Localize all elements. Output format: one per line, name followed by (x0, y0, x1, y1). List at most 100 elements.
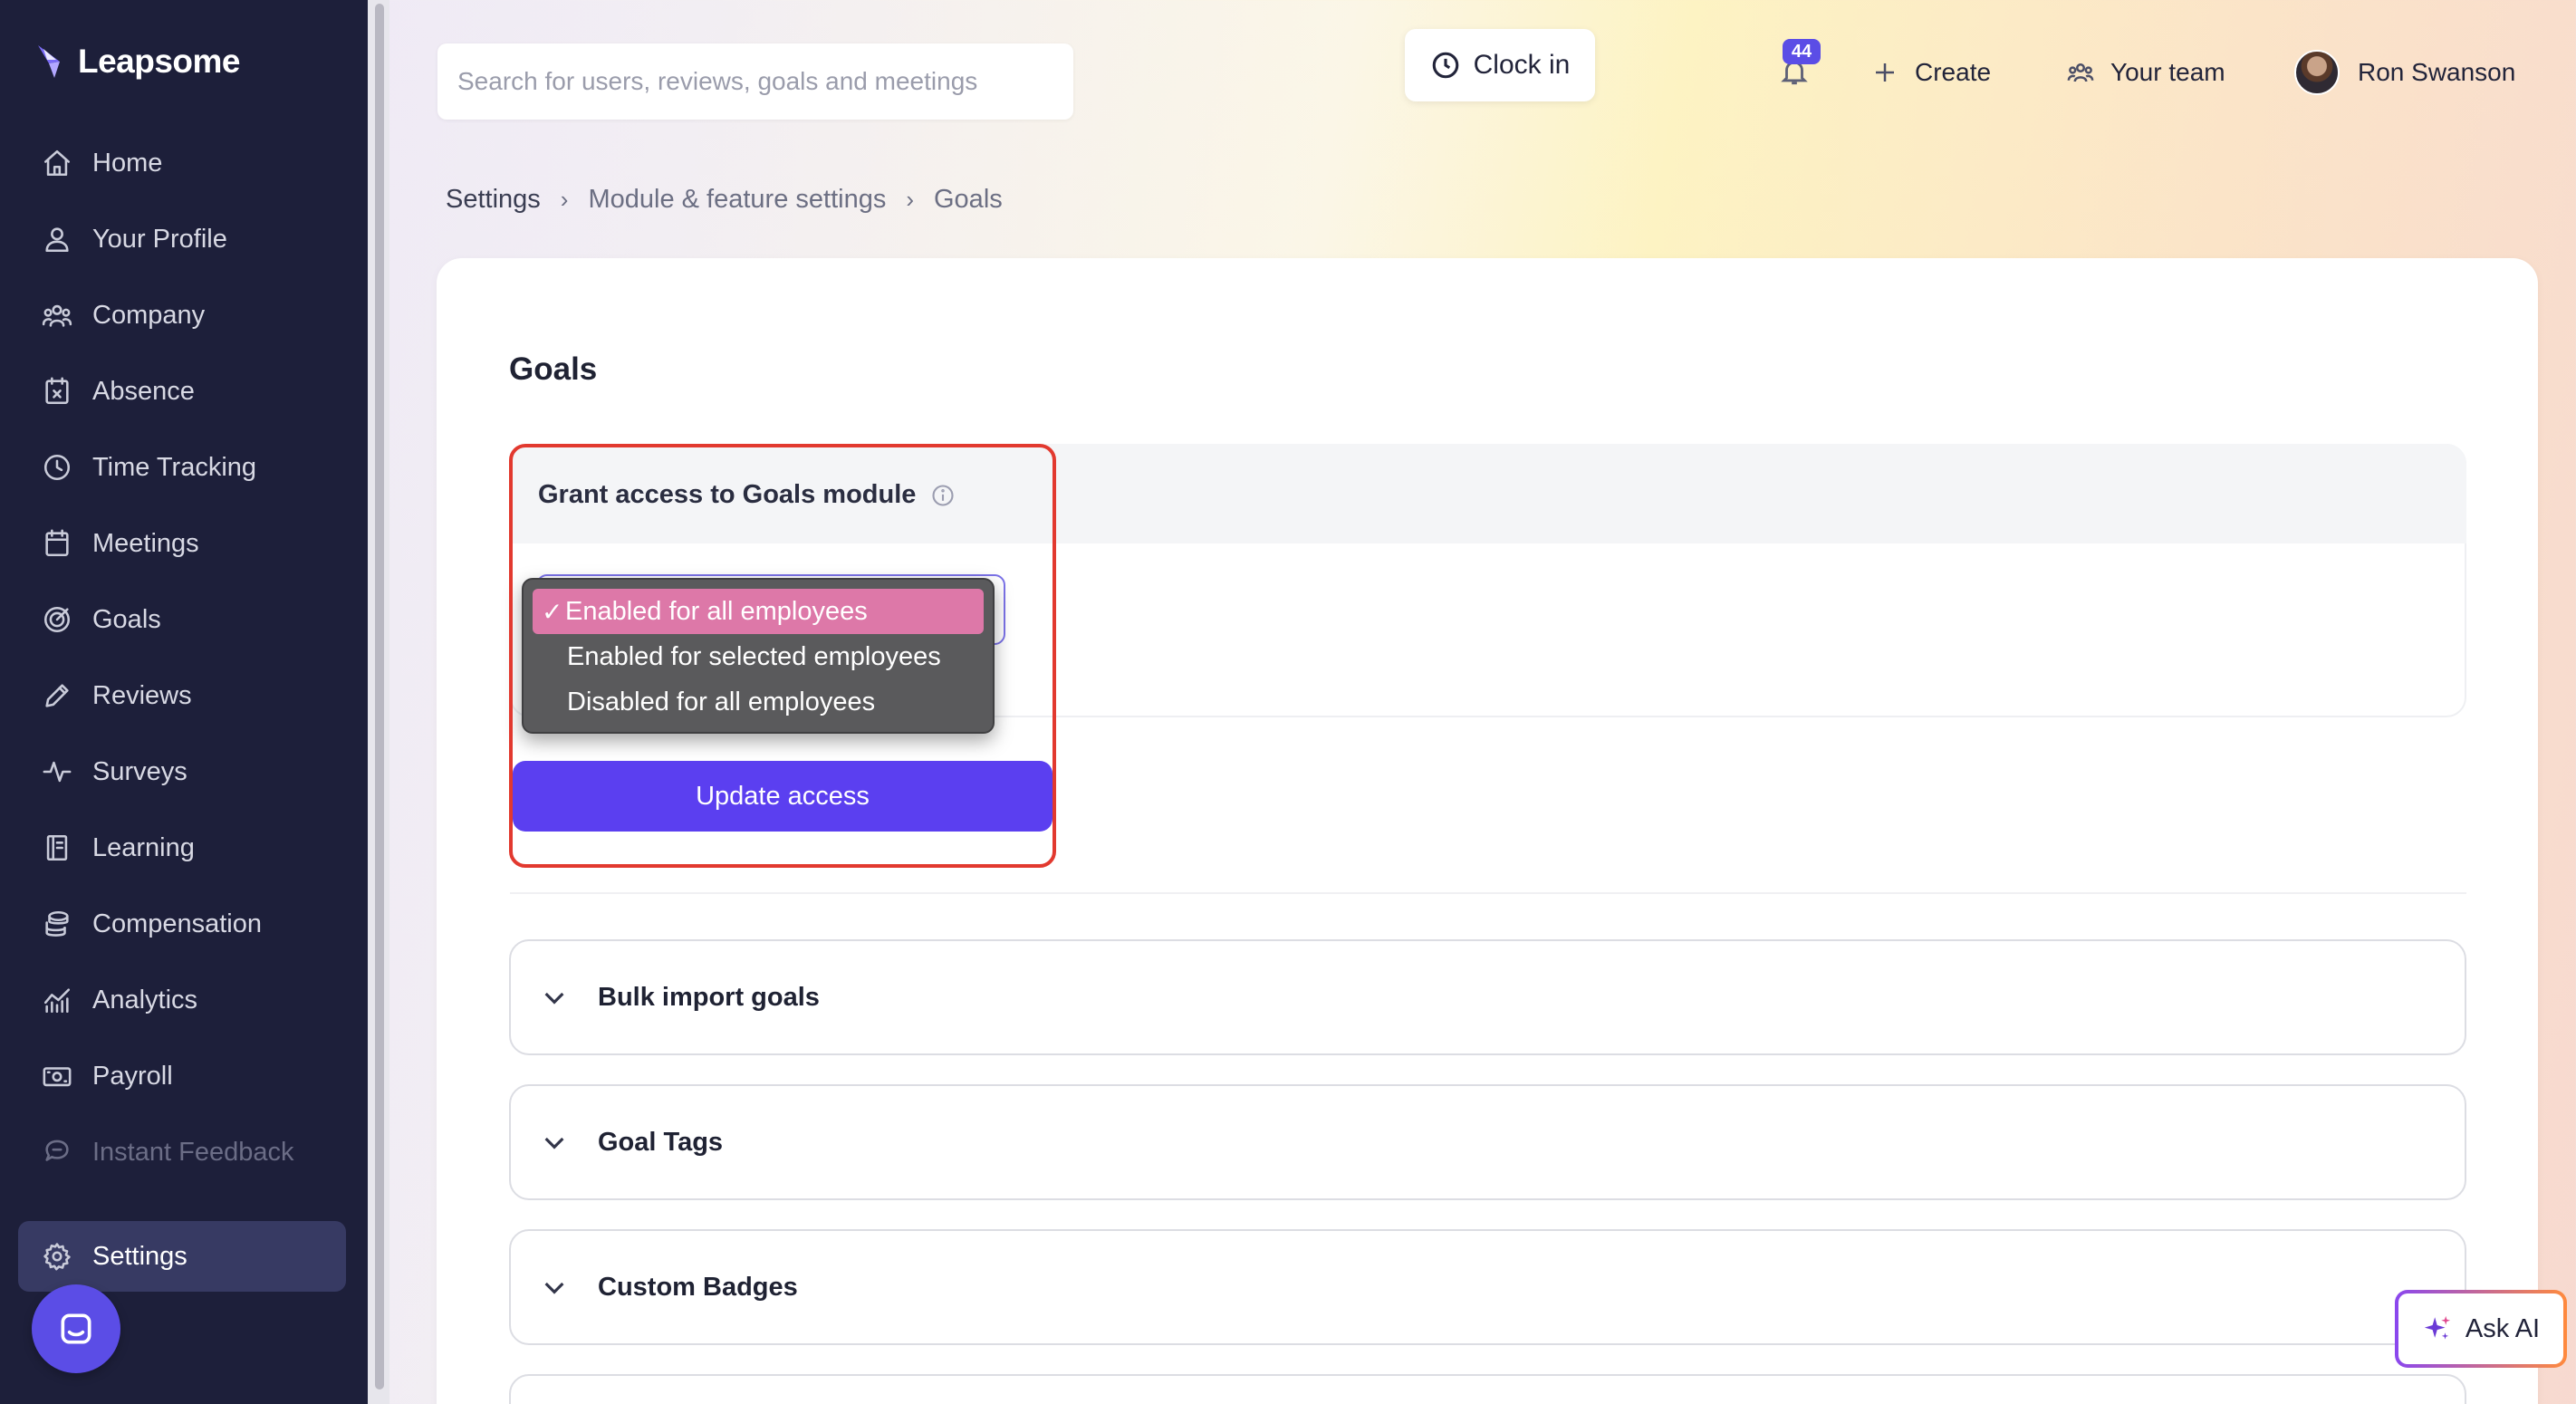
clock-icon (42, 452, 72, 483)
pencil-icon (42, 680, 72, 711)
option-label: Enabled for selected employees (567, 641, 941, 671)
user-name: Ron Swanson (2358, 58, 2516, 86)
breadcrumb-goals: Goals (934, 185, 1003, 214)
clock-in-button[interactable]: Clock in (1405, 29, 1595, 101)
accordion-custom-badges[interactable]: Custom Badges (509, 1229, 2466, 1345)
sidebar-item-reviews[interactable]: Reviews (18, 658, 346, 734)
breadcrumb: Settings › Module & feature settings › G… (446, 185, 1003, 215)
leapsome-logo[interactable]: Leapsome (36, 42, 241, 82)
sidebar-item-payroll[interactable]: Payroll (18, 1038, 346, 1114)
leapsome-logo-icon (38, 45, 60, 78)
option-enabled-all[interactable]: ✓ Enabled for all employees (533, 589, 984, 634)
sidebar-item-label: Home (92, 148, 163, 178)
users-icon (42, 300, 72, 331)
sidebar-item-label: Reviews (92, 680, 192, 710)
breadcrumb-module-feature-settings[interactable]: Module & feature settings (588, 185, 886, 215)
sidebar-item-settings[interactable]: Settings (18, 1221, 346, 1292)
option-enabled-selected[interactable]: Enabled for selected employees (533, 634, 984, 679)
breadcrumb-settings[interactable]: Settings (446, 185, 541, 215)
sidebar-item-time-tracking[interactable]: Time Tracking (18, 429, 346, 505)
sidebar-nav: Home Your Profile Company Absence Time T… (18, 125, 346, 1292)
calendar-x-icon (42, 376, 72, 407)
sidebar-item-label: Payroll (92, 1061, 173, 1091)
access-title: Grant access to Goals module (538, 480, 956, 510)
target-icon (42, 604, 72, 635)
sidebar-item-label: Instant Feedback (92, 1137, 294, 1167)
accordion-label: Bulk import goals (598, 982, 820, 1012)
page-title: Goals (509, 351, 598, 387)
search-input[interactable] (437, 43, 1073, 120)
create-label: Create (1915, 58, 1992, 86)
sidebar-item-home[interactable]: Home (18, 125, 346, 201)
chart-icon (42, 985, 72, 1015)
chevron-down-icon (544, 1282, 564, 1294)
sidebar-item-label: Absence (92, 376, 195, 406)
book-icon (42, 832, 72, 863)
accordion-bulk-import-goals[interactable]: Bulk import goals (509, 939, 2466, 1055)
avatar (2294, 50, 2340, 95)
sidebar-item-analytics[interactable]: Analytics (18, 962, 346, 1038)
sidebar-item-label: Goals (92, 604, 161, 634)
sidebar: Leapsome Home Your Profile Company Absen… (0, 0, 368, 1404)
accordion-next[interactable] (509, 1374, 2466, 1404)
sidebar-item-label: Your Profile (92, 224, 227, 254)
your-team-button[interactable]: Your team (2067, 53, 2225, 92)
chevron-down-icon (544, 1137, 564, 1149)
sidebar-item-label: Time Tracking (92, 452, 257, 482)
option-label: Disabled for all employees (567, 687, 876, 716)
clock-in-label: Clock in (1473, 50, 1571, 80)
gear-icon (42, 1241, 72, 1272)
sparkle-icon (2424, 1315, 2451, 1340)
sidebar-item-learning[interactable]: Learning (18, 810, 346, 886)
ask-ai-button[interactable]: Ask AI (2395, 1290, 2567, 1368)
sidebar-item-surveys[interactable]: Surveys (18, 734, 346, 810)
accordion-goal-tags[interactable]: Goal Tags (509, 1084, 2466, 1200)
chevron-right-icon: › (906, 186, 914, 213)
support-chat-button[interactable] (32, 1284, 120, 1373)
calendar-icon (42, 528, 72, 559)
access-title-text: Grant access to Goals module (538, 480, 917, 509)
sidebar-item-label: Compensation (92, 909, 262, 938)
sidebar-item-label: Surveys (92, 756, 187, 786)
ask-ai-label: Ask AI (2465, 1313, 2541, 1343)
sidebar-item-label: Analytics (92, 985, 198, 1015)
sidebar-item-label: Meetings (92, 528, 199, 558)
money-icon (42, 1061, 72, 1091)
user-menu[interactable]: Ron Swanson (2294, 50, 2516, 95)
user-icon (42, 224, 72, 255)
sidebar-item-instant-feedback[interactable]: Instant Feedback (18, 1114, 346, 1190)
logo-text: Leapsome (78, 43, 241, 80)
update-access-button[interactable]: Update access (513, 761, 1053, 832)
accordion-label: Goal Tags (598, 1127, 724, 1157)
sidebar-item-compensation[interactable]: Compensation (18, 886, 346, 962)
home-icon (42, 148, 72, 178)
chevron-right-icon: › (560, 186, 569, 213)
sidebar-item-company[interactable]: Company (18, 277, 346, 353)
chat-widget-icon (61, 1313, 91, 1344)
pulse-icon (42, 756, 72, 787)
option-disabled-all[interactable]: Disabled for all employees (533, 679, 984, 725)
your-team-label: Your team (2110, 58, 2225, 86)
notification-count-badge: 44 (1783, 39, 1821, 64)
access-dropdown-menu: ✓ Enabled for all employees Enabled for … (522, 578, 995, 734)
sidebar-item-label: Company (92, 300, 206, 330)
divider (510, 892, 2466, 894)
sidebar-item-your-profile[interactable]: Your Profile (18, 201, 346, 277)
create-button[interactable]: Create (1871, 53, 1991, 92)
chevron-down-icon (544, 992, 564, 1005)
checkmark-icon: ✓ (542, 597, 563, 626)
accordion-label: Custom Badges (598, 1272, 798, 1302)
sidebar-item-label: Learning (92, 832, 195, 862)
chat-icon (42, 1137, 72, 1168)
sidebar-item-label: Settings (92, 1241, 187, 1271)
team-icon (2067, 63, 2094, 82)
plus-icon (1876, 63, 1894, 82)
info-icon[interactable] (930, 483, 956, 508)
sidebar-item-goals[interactable]: Goals (18, 582, 346, 658)
sidebar-item-absence[interactable]: Absence (18, 353, 346, 429)
clock-icon (1432, 52, 1458, 79)
option-label: Enabled for all employees (565, 596, 868, 626)
coins-icon (42, 909, 72, 939)
sidebar-scrollbar-thumb[interactable] (375, 4, 384, 1390)
sidebar-item-meetings[interactable]: Meetings (18, 505, 346, 582)
